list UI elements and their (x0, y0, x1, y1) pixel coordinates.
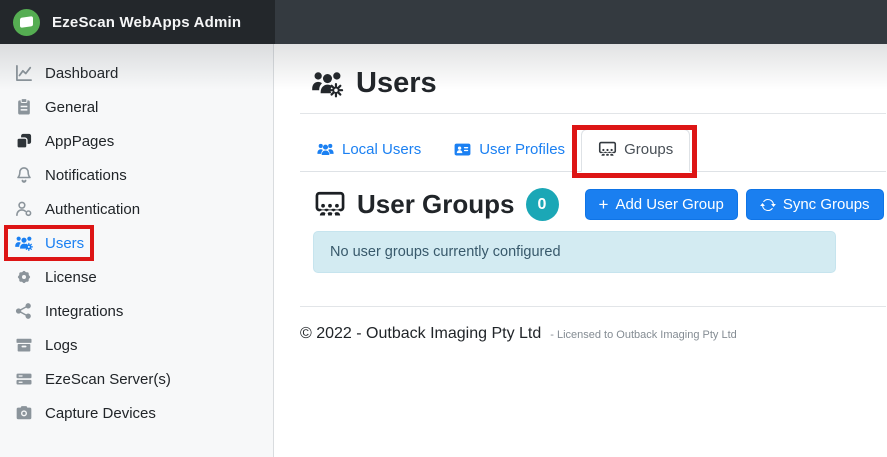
sidebar-item-ezescan-servers[interactable]: EzeScan Server(s) (0, 362, 273, 396)
sidebar-item-label: Integrations (45, 303, 123, 320)
screen-users-icon (313, 189, 347, 221)
server-icon (14, 369, 34, 389)
sidebar-item-apppages[interactable]: AppPages (0, 124, 273, 158)
page-title: Users (310, 66, 886, 101)
sidebar-item-label: License (45, 269, 97, 286)
sidebar-item-license[interactable]: License (0, 260, 273, 294)
top-bar-brand-area: EzeScan WebApps Admin (0, 0, 275, 44)
footer: © 2022 - Outback Imaging Pty Ltd - Licen… (300, 325, 886, 343)
sync-groups-button[interactable]: Sync Groups (746, 189, 884, 220)
top-bar: EzeScan WebApps Admin (0, 0, 887, 44)
users-tab-bar: Local Users User Profiles Groups (300, 129, 886, 172)
camera-icon (14, 403, 34, 423)
sidebar-item-label: Authentication (45, 201, 140, 218)
chart-line-icon (14, 63, 34, 83)
copyright-text: © 2022 - Outback Imaging Pty Ltd (300, 325, 541, 343)
sidebar-item-authentication[interactable]: Authentication (0, 192, 273, 226)
user-groups-header: User Groups 0 + Add User Group Sync Grou… (313, 188, 886, 221)
license-seal-icon (14, 267, 34, 287)
id-card-icon (453, 140, 472, 159)
sidebar-item-label: AppPages (45, 133, 114, 150)
users-icon (316, 140, 335, 159)
user-key-icon (14, 199, 34, 219)
top-bar-spacer (275, 0, 887, 44)
sidebar-item-label: Capture Devices (45, 405, 156, 422)
sidebar-item-label: General (45, 99, 98, 116)
section-title: User Groups (357, 189, 515, 220)
tab-label: Local Users (342, 141, 421, 158)
plus-icon: + (599, 196, 609, 213)
page-title-text: Users (356, 67, 437, 100)
sidebar-item-general[interactable]: General (0, 90, 273, 124)
ezescan-logo-icon (13, 9, 40, 36)
title-divider (300, 113, 886, 114)
license-note: - Licensed to Outback Imaging Pty Ltd (550, 329, 737, 341)
bell-icon (14, 165, 34, 185)
share-nodes-icon (14, 301, 34, 321)
users-gear-icon (310, 66, 345, 101)
sidebar-item-users[interactable]: Users (0, 226, 273, 260)
tab-label: Groups (624, 141, 673, 158)
add-user-group-label: Add User Group (615, 196, 723, 213)
main-content: Users Local Users User Profiles Groups (275, 44, 887, 457)
sidebar-item-logs[interactable]: Logs (0, 328, 273, 362)
empty-groups-alert: No user groups currently configured (313, 231, 836, 273)
tab-user-profiles[interactable]: User Profiles (437, 130, 581, 171)
sidebar: Dashboard General AppPages Notifications… (0, 44, 274, 457)
archive-box-icon (14, 335, 34, 355)
groups-panel: User Groups 0 + Add User Group Sync Grou… (313, 188, 886, 273)
pages-icon (14, 131, 34, 151)
footer-divider (300, 306, 886, 307)
sidebar-item-notifications[interactable]: Notifications (0, 158, 273, 192)
sidebar-item-label: Users (45, 235, 84, 252)
clipboard-icon (14, 97, 34, 117)
sidebar-item-integrations[interactable]: Integrations (0, 294, 273, 328)
sidebar-item-capture-devices[interactable]: Capture Devices (0, 396, 273, 430)
tab-local-users[interactable]: Local Users (300, 130, 437, 171)
sidebar-item-label: EzeScan Server(s) (45, 371, 171, 388)
sidebar-item-label: Dashboard (45, 65, 118, 82)
users-gear-icon (14, 233, 34, 253)
sync-icon (760, 197, 776, 213)
screen-users-icon (598, 140, 617, 159)
app-title: EzeScan WebApps Admin (52, 14, 241, 31)
sync-groups-label: Sync Groups (783, 196, 870, 213)
group-count-badge: 0 (526, 188, 559, 221)
add-user-group-button[interactable]: + Add User Group (585, 189, 738, 220)
sidebar-item-label: Logs (45, 337, 78, 354)
sidebar-item-label: Notifications (45, 167, 127, 184)
tab-label: User Profiles (479, 141, 565, 158)
sidebar-item-dashboard[interactable]: Dashboard (0, 56, 273, 90)
tab-groups[interactable]: Groups (581, 129, 690, 172)
